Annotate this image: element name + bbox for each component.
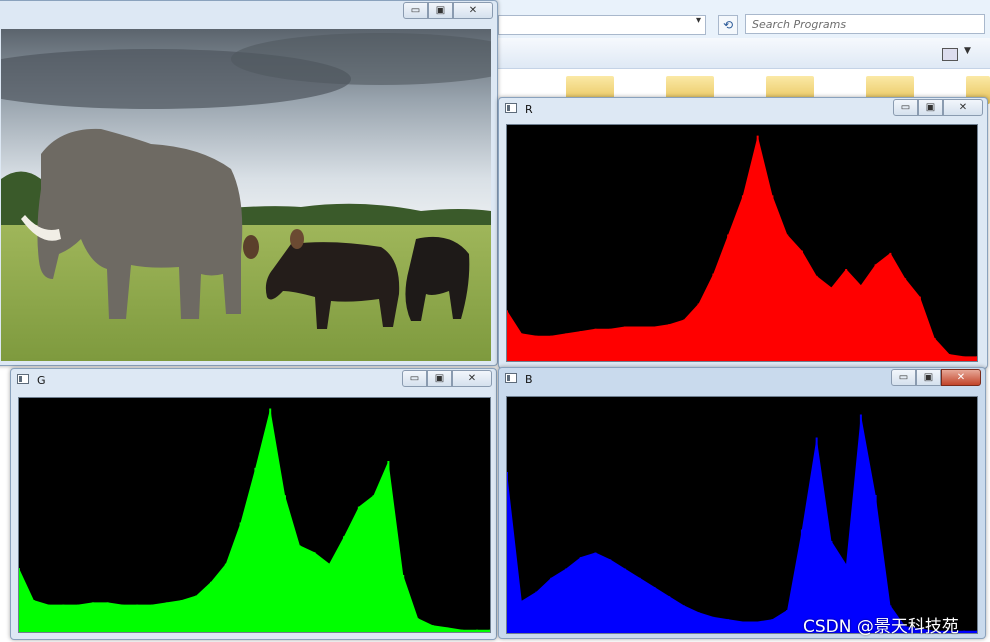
histogram-window-b: B ▭ ▣ ✕	[498, 367, 986, 639]
window-icon	[505, 103, 517, 113]
elephant-photo	[1, 29, 491, 361]
close-button[interactable]: ✕	[453, 2, 493, 19]
watermark: CSDN @景天科技苑	[803, 617, 959, 637]
titlebar[interactable]: G ▭ ▣ ✕	[11, 369, 496, 391]
window-title: R	[525, 103, 533, 116]
minimize-button[interactable]: ▭	[893, 99, 918, 116]
titlebar[interactable]: R ▭ ▣ ✕	[499, 98, 987, 120]
search-input[interactable]: Search Programs	[745, 14, 985, 34]
minimize-button[interactable]: ▭	[402, 370, 427, 387]
histogram-area	[507, 414, 977, 633]
maximize-button[interactable]: ▣	[427, 370, 452, 387]
maximize-button[interactable]: ▣	[918, 99, 943, 116]
image-window: ▭ ▣ ✕	[0, 0, 498, 366]
minimize-button[interactable]: ▭	[403, 2, 428, 19]
titlebar[interactable]: B ▭ ▣ ✕	[499, 368, 985, 390]
maximize-button[interactable]: ▣	[428, 2, 453, 19]
histogram-b-chart	[507, 414, 977, 633]
histogram-canvas	[506, 396, 978, 634]
histogram-g-chart	[19, 408, 490, 632]
refresh-button[interactable]: ⟲	[718, 15, 738, 35]
window-icon	[17, 374, 29, 384]
chevron-down-icon[interactable]: ▾	[696, 15, 701, 26]
histogram-window-r: R ▭ ▣ ✕	[498, 97, 988, 369]
titlebar[interactable]: ▭ ▣ ✕	[0, 1, 497, 23]
histogram-canvas	[506, 124, 978, 362]
minimize-button[interactable]: ▭	[891, 369, 916, 386]
histogram-canvas	[18, 397, 491, 633]
photo-canvas	[1, 29, 491, 361]
window-icon	[505, 373, 517, 383]
close-button[interactable]: ✕	[941, 369, 981, 386]
address-dropdown[interactable]: ▾	[498, 15, 706, 35]
view-dropdown-icon[interactable]: ▼	[964, 46, 971, 56]
close-button[interactable]: ✕	[452, 370, 492, 387]
view-icon[interactable]	[942, 48, 958, 61]
explorer-toolbar	[490, 38, 990, 69]
close-button[interactable]: ✕	[943, 99, 983, 116]
window-title: G	[37, 374, 46, 387]
histogram-r-chart	[507, 135, 977, 361]
window-title: B	[525, 373, 533, 386]
histogram-window-g: G ▭ ▣ ✕	[10, 368, 497, 640]
maximize-button[interactable]: ▣	[916, 369, 941, 386]
